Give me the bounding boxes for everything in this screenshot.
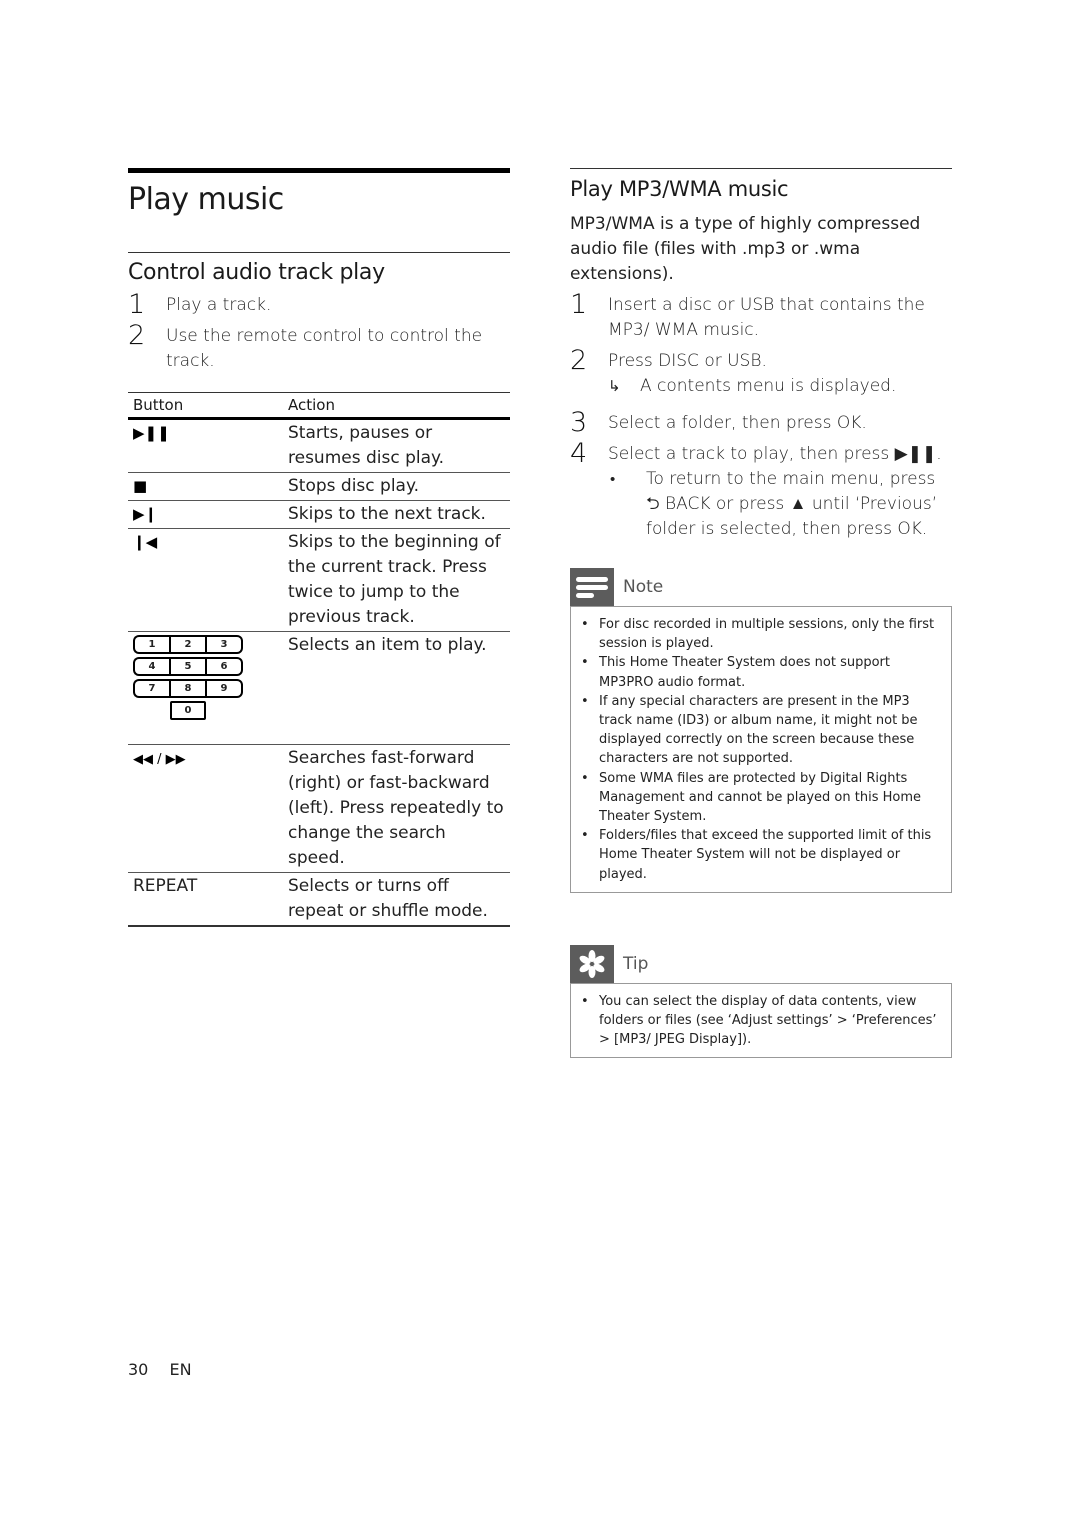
header-action: Action <box>283 392 510 420</box>
next-track-icon: ▶❙ <box>133 505 158 523</box>
control-steps: 1 Play a track. 2 Use the remote control… <box>128 289 510 374</box>
note-icon <box>570 568 614 606</box>
step-item: 1 Insert a disc or USB that contains the… <box>570 289 952 343</box>
key-0: 0 <box>170 701 206 720</box>
page-number: 30 <box>128 1360 149 1379</box>
step-text: Use the remote control to control the tr… <box>166 326 483 371</box>
action-text: Searches fast-forward (right) or fast-ba… <box>283 744 510 873</box>
action-text: Starts, pauses or resumes disc play. <box>283 418 510 473</box>
step-item: 4 Select a track to play, then press ▶❚❚… <box>570 438 952 542</box>
note-item: Folders/files that exceed the supported … <box>581 826 941 884</box>
bullet-text: To return to the main menu, press ⮌ BACK… <box>646 469 938 539</box>
step-text: Select a folder, then press OK. <box>608 413 867 433</box>
action-text: Skips to the beginning of the current tr… <box>283 528 510 632</box>
table-row: ▶❚❚ Starts, pauses or resumes disc play. <box>128 418 510 473</box>
step-bullet: • To return to the main menu, press ⮌ BA… <box>608 467 952 542</box>
page-title: Play music <box>128 182 284 217</box>
note-item: Some WMA files are protected by Digital … <box>581 769 941 827</box>
left-column: Play music Control audio track play 1 Pl… <box>128 168 510 927</box>
table-header-row: Button Action <box>128 392 510 420</box>
right-column: Play MP3/WMA music MP3/WMA is a type of … <box>570 168 952 1059</box>
result-text: A contents menu is displayed. <box>640 376 897 396</box>
tip-label: Tip <box>623 953 649 974</box>
table-row: ◀◀ / ▶▶ Searches fast-forward (right) or… <box>128 744 510 873</box>
language-code: EN <box>169 1360 192 1379</box>
note-item: For disc recorded in multiple sessions, … <box>581 615 941 653</box>
step-number: 1 <box>570 289 588 320</box>
key-9: 9 <box>207 679 243 698</box>
section-rule <box>570 168 952 169</box>
step-item: 2 Press DISC or USB. ↳ A contents menu i… <box>570 345 952 399</box>
step-number: 2 <box>570 345 588 376</box>
note-header: Note <box>570 568 952 606</box>
key-7: 7 <box>133 679 169 698</box>
table-row: 1 2 3 4 5 6 7 8 9 0 Selects an item to p… <box>128 631 510 745</box>
tip-box: You can select the display of data conte… <box>570 982 952 1059</box>
key-1: 1 <box>133 635 169 654</box>
section-title-mp3-wma: Play MP3/WMA music <box>570 177 789 201</box>
stop-icon: ■ <box>133 477 148 495</box>
result-arrow-icon: ↳ <box>608 377 621 395</box>
page-footer: 30 EN <box>128 1360 208 1379</box>
step-text: Insert a disc or USB that contains the M… <box>608 295 925 340</box>
step-item: 2 Use the remote control to control the … <box>128 320 510 374</box>
key-4: 4 <box>133 657 169 676</box>
step-item: 3 Select a folder, then press OK. <box>570 407 952 438</box>
step-text: Press DISC or USB. <box>608 351 767 371</box>
table-row: REPEAT Selects or turns off repeat or sh… <box>128 872 510 927</box>
note-item: This Home Theater System does not suppor… <box>581 653 941 691</box>
key-3: 3 <box>207 635 243 654</box>
repeat-button-label: REPEAT <box>128 872 283 927</box>
step-number: 3 <box>570 407 588 438</box>
table-row: ■ Stops disc play. <box>128 472 510 501</box>
note-item: If any special characters are present in… <box>581 692 941 769</box>
bullet-icon: • <box>610 470 616 488</box>
mp3-steps: 1 Insert a disc or USB that contains the… <box>570 289 952 542</box>
section-rule <box>128 252 510 253</box>
previous-track-icon: ❙◀ <box>133 533 158 551</box>
step-item: 1 Play a track. <box>128 289 510 320</box>
section-title-control-audio: Control audio track play <box>128 260 385 285</box>
action-text: Stops disc play. <box>283 472 510 501</box>
step-number: 1 <box>128 289 146 320</box>
note-box: For disc recorded in multiple sessions, … <box>570 606 952 893</box>
action-text: Selects or turns off repeat or shuffle m… <box>283 872 510 927</box>
tip-item: You can select the display of data conte… <box>581 992 941 1050</box>
step-text: Play a track. <box>166 295 272 315</box>
table-row: ▶❙ Skips to the next track. <box>128 500 510 529</box>
action-text: Skips to the next track. <box>283 500 510 529</box>
note-label: Note <box>623 577 664 597</box>
key-8: 8 <box>169 679 207 698</box>
header-button: Button <box>128 392 283 420</box>
key-5: 5 <box>169 657 207 676</box>
step-number: 2 <box>128 320 146 351</box>
numeric-keypad-icon: 1 2 3 4 5 6 7 8 9 0 <box>133 635 278 720</box>
tip-icon <box>570 944 614 983</box>
step-number: 4 <box>570 438 588 469</box>
title-rule <box>128 168 510 173</box>
rewind-fastforward-icon: ◀◀ / ▶▶ <box>133 752 186 767</box>
key-6: 6 <box>207 657 243 676</box>
step-text: Select a track to play, then press ▶❚❚. <box>608 444 942 464</box>
play-pause-icon: ▶❚❚ <box>133 424 170 442</box>
tip-header: Tip <box>570 944 952 983</box>
key-2: 2 <box>169 635 207 654</box>
button-action-table: Button Action ▶❚❚ Starts, pauses or resu… <box>128 392 510 927</box>
action-text: Selects an item to play. <box>283 631 510 745</box>
intro-paragraph: MP3/WMA is a type of highly compressed a… <box>570 214 921 284</box>
step-result: ↳ A contents menu is displayed. <box>608 374 952 399</box>
table-row: ❙◀ Skips to the beginning of the current… <box>128 528 510 632</box>
